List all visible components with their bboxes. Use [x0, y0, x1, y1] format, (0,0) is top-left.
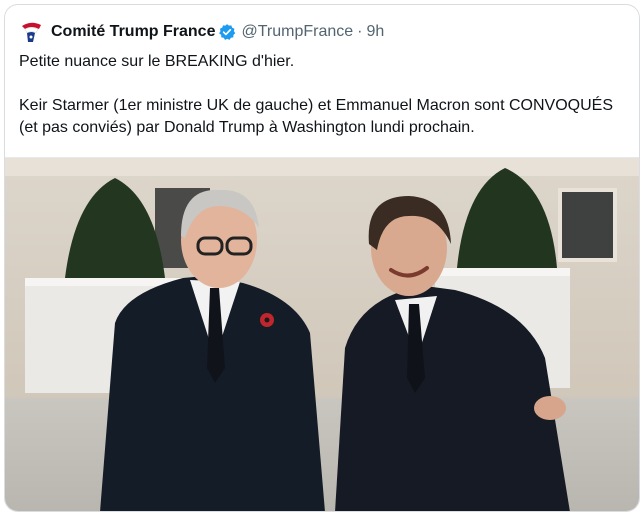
photo-starmer-macron: [5, 158, 639, 511]
tweet-text-line2: Keir Starmer (1er ministre UK de gauche)…: [19, 97, 613, 136]
tweet-photo[interactable]: [5, 157, 639, 511]
verified-badge-icon: [219, 24, 236, 40]
separator-dot: ·: [357, 23, 363, 40]
tweet-card[interactable]: Comité Trump France @TrumpFrance · 9h Pe…: [4, 4, 640, 512]
tweet-header: Comité Trump France @TrumpFrance · 9h: [19, 19, 384, 45]
author-name[interactable]: Comité Trump France: [51, 23, 215, 41]
trump-profile-logo-icon[interactable]: [19, 20, 43, 44]
author-handle[interactable]: @TrumpFrance: [241, 23, 353, 41]
tweet-text: Petite nuance sur le BREAKING d'hier. Ke…: [19, 51, 629, 139]
tweet-text-line1: Petite nuance sur le BREAKING d'hier.: [19, 53, 295, 70]
tweet-time[interactable]: 9h: [366, 23, 384, 41]
